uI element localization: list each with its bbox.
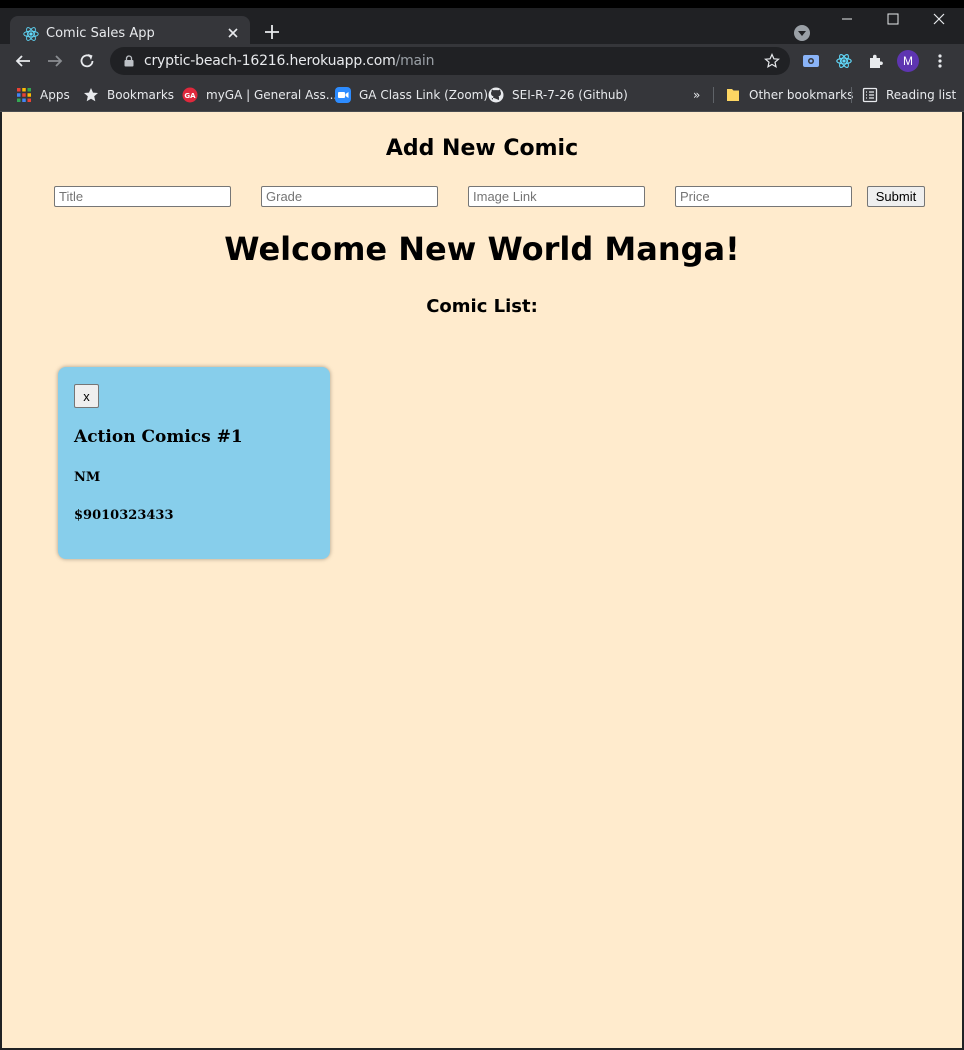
forward-arrow-icon[interactable] [46,52,64,70]
comic-title: Action Comics #1 [74,427,243,447]
bookmark-bookmarks[interactable]: Bookmarks [83,85,174,105]
bookmarks-divider [851,87,852,103]
window-close-icon[interactable] [924,12,954,34]
comic-grade: NM [74,470,101,485]
bookmarks-divider [713,87,714,103]
reading-list-button[interactable]: Reading list [862,85,956,105]
bookmark-label: SEI-R-7-26 (Github) [512,88,628,102]
grade-input[interactable] [261,186,438,207]
new-tab-icon[interactable] [262,22,282,42]
add-comic-heading: Add New Comic [385,136,579,161]
comic-card: x Action Comics #1 NM $9010323433 [58,367,330,559]
welcome-heading: Welcome New World Manga! [224,230,740,268]
url-text: cryptic-beach-16216.herokuapp.com/main [144,53,434,69]
url-path: /main [395,53,435,69]
github-icon [488,87,504,103]
lock-icon [124,55,134,67]
maximize-icon[interactable] [878,12,908,34]
bookmark-github[interactable]: SEI-R-7-26 (Github) [488,85,628,105]
star-icon [84,88,98,102]
bookmark-label: Bookmarks [107,88,175,102]
svg-text:GA: GA [184,92,196,100]
bookmark-label: Reading list [886,88,957,102]
address-bar[interactable]: cryptic-beach-16216.herokuapp.com/main [110,47,790,75]
browser-toolbar: cryptic-beach-16216.herokuapp.com/main M [0,44,964,78]
back-arrow-icon[interactable] [14,52,32,70]
extensions-puzzle-icon[interactable] [867,52,885,70]
page-content: Add New Comic Submit Welcome New World M… [2,112,962,1048]
reload-icon[interactable] [78,52,96,70]
price-input[interactable] [675,186,852,207]
zoom-icon [335,87,351,103]
more-menu-icon[interactable] [936,53,944,69]
tab-search-icon[interactable] [794,25,810,41]
apps-grid-icon [17,88,31,102]
ga-logo-icon: GA [182,87,198,103]
bookmark-label: GA Class Link (Zoom) [359,88,489,102]
image-link-input[interactable] [468,186,645,207]
bookmark-myga[interactable]: GA myGA | General Ass... [182,85,337,105]
minimize-icon[interactable] [832,12,862,34]
bookmark-other-bookmarks[interactable]: Other bookmarks [725,85,853,105]
delete-comic-button[interactable]: x [74,384,99,408]
react-logo-icon [23,27,39,41]
browser-titlebar: Comic Sales App [0,0,964,52]
url-host: cryptic-beach-16216.herokuapp.com [144,53,396,69]
comic-price: $9010323433 [74,508,174,523]
bookmark-star-icon[interactable] [764,53,780,69]
bookmark-label: Apps [40,88,70,102]
bookmark-label: myGA | General Ass... [206,88,338,102]
title-input[interactable] [54,186,231,207]
reading-list-icon [862,87,878,103]
submit-button[interactable]: Submit [867,186,925,207]
react-devtools-icon[interactable] [835,52,853,70]
comic-list-heading: Comic List: [426,296,538,317]
bookmark-label: Other bookmarks [749,88,854,102]
bookmarks-overflow-button[interactable]: » [693,85,700,105]
bookmark-zoom[interactable]: GA Class Link (Zoom) [335,85,488,105]
close-tab-icon[interactable] [224,24,242,42]
bookmarks-bar: Apps Bookmarks GA myGA | General Ass... … [0,78,964,112]
screencast-extension-icon[interactable] [802,52,820,70]
folder-icon [727,89,739,101]
tab-title: Comic Sales App [46,26,155,41]
bookmark-apps[interactable]: Apps [16,85,70,105]
profile-avatar[interactable]: M [897,50,919,72]
